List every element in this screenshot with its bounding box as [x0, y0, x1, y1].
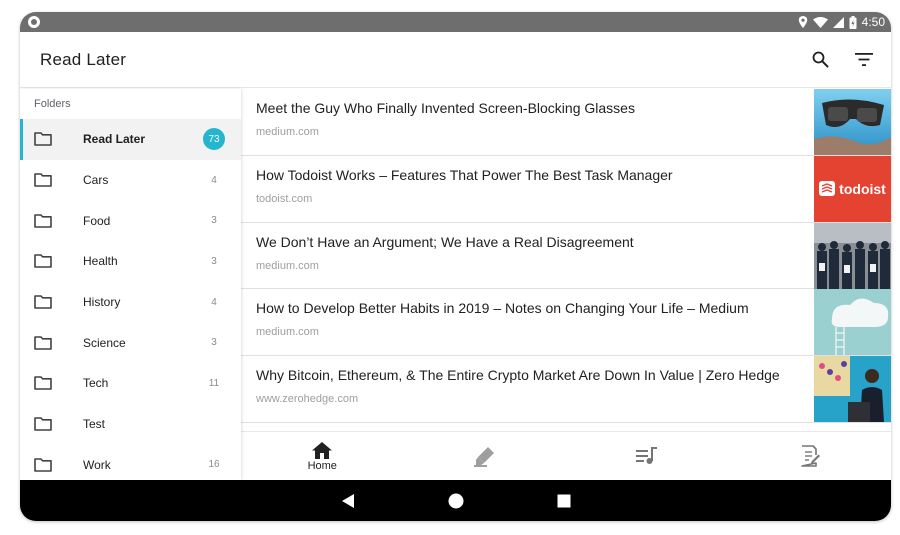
article-source: todoist.com	[256, 192, 313, 205]
sidebar-item-label: Work	[83, 457, 111, 472]
status-bar: 4:50	[20, 12, 891, 32]
search-icon	[812, 51, 828, 68]
folder-count: 4	[211, 296, 217, 308]
system-home-button[interactable]	[446, 491, 466, 511]
app-bar: Read Later	[20, 32, 891, 88]
folder-count: 3	[211, 255, 217, 267]
home-circle-icon	[448, 493, 463, 508]
sidebar-item-work[interactable]: Work 16	[20, 445, 241, 486]
folders-header: Folders	[34, 98, 71, 110]
folder-count: 16	[208, 459, 220, 471]
search-button[interactable]	[809, 49, 831, 71]
battery-icon	[849, 15, 857, 29]
folder-count: 11	[208, 377, 220, 389]
article-source: www.zerohedge.com	[256, 393, 359, 406]
unread-count-badge: 73	[203, 128, 225, 151]
sidebar-item-health[interactable]: Health 3	[20, 241, 241, 282]
notes-icon	[800, 445, 820, 467]
folder-icon	[34, 457, 54, 473]
status-time: 4:50	[861, 15, 885, 29]
article-row[interactable]: Why Bitcoin, Ethereum, & The Entire Cryp…	[241, 356, 891, 423]
article-source: medium.com	[256, 259, 319, 272]
sidebar-item-food[interactable]: Food 3	[20, 200, 241, 241]
article-row[interactable]: We Don’t Have an Argument; We Have a Rea…	[241, 222, 891, 290]
device-frame: 4:50 Read Later Folders Read Later 73 Ca…	[20, 12, 891, 521]
nav-audio-playlist[interactable]	[566, 432, 729, 481]
article-thumbnail-todoist: todoist	[814, 155, 891, 222]
folder-count: 3	[211, 215, 217, 227]
folders-sidebar: Folders Read Later 73 Cars 4 Food 3 Heal…	[20, 89, 241, 480]
article-title: Why Bitcoin, Ethereum, & The Entire Cryp…	[256, 367, 780, 384]
folder-icon	[34, 375, 54, 391]
todoist-wordmark: todoist	[839, 180, 886, 197]
system-recents-button[interactable]	[554, 491, 574, 511]
system-navigation-bar	[20, 480, 891, 521]
nav-highlights[interactable]	[404, 432, 567, 481]
sidebar-item-cars[interactable]: Cars 4	[20, 160, 241, 201]
article-title: We Don’t Have an Argument; We Have a Rea…	[256, 233, 634, 250]
home-icon	[312, 441, 333, 459]
location-icon	[798, 16, 807, 28]
system-back-button[interactable]	[338, 491, 358, 511]
notification-dot-icon	[28, 16, 40, 28]
sidebar-item-read-later[interactable]: Read Later 73	[20, 119, 241, 160]
article-title: How Todoist Works – Features That Power …	[256, 166, 673, 183]
article-source: medium.com	[256, 326, 319, 339]
sidebar-item-tech[interactable]: Tech 11	[20, 363, 241, 404]
signal-icon	[832, 16, 844, 28]
sidebar-item-label: Health	[83, 254, 118, 269]
article-row[interactable]: How to Develop Better Habits in 2019 – N…	[241, 289, 891, 357]
back-triangle-icon	[341, 493, 354, 508]
nav-home-label: Home	[307, 459, 337, 472]
nav-notes[interactable]	[729, 432, 892, 481]
sidebar-item-test[interactable]: Test	[20, 404, 241, 445]
folder-icon	[34, 416, 54, 432]
bottom-navigation: Home	[241, 431, 891, 481]
highlighter-icon	[473, 447, 494, 467]
folder-icon	[34, 131, 54, 147]
sidebar-item-label: Science	[83, 335, 126, 350]
folder-icon	[34, 172, 54, 188]
filter-icon	[855, 53, 873, 66]
article-thumbnail-crowd	[814, 222, 891, 289]
article-thumbnail-glasses	[814, 89, 891, 155]
article-source: medium.com	[256, 126, 319, 138]
article-title: How to Develop Better Habits in 2019 – N…	[256, 300, 749, 317]
sidebar-item-science[interactable]: Science 3	[20, 322, 241, 363]
sidebar-item-label: History	[83, 295, 121, 310]
filter-button[interactable]	[853, 49, 875, 71]
sidebar-item-label: Cars	[83, 173, 109, 188]
todoist-logo-icon	[819, 181, 836, 197]
folder-count: 4	[211, 174, 217, 186]
page-title: Read Later	[40, 49, 127, 69]
folder-icon	[34, 294, 54, 310]
playlist-audio-icon	[636, 447, 658, 464]
article-thumbnail-cloud-ladder	[814, 289, 891, 356]
article-row[interactable]: How Todoist Works – Features That Power …	[241, 155, 891, 223]
article-thumbnail-crypto	[814, 356, 891, 423]
folder-count: 3	[211, 337, 217, 349]
folder-icon	[34, 335, 54, 351]
folder-icon	[34, 253, 54, 269]
wifi-icon	[812, 16, 828, 28]
article-list: Meet the Guy Who Finally Invented Screen…	[241, 89, 891, 431]
article-row[interactable]: Meet the Guy Who Finally Invented Screen…	[241, 89, 891, 156]
sidebar-item-history[interactable]: History 4	[20, 282, 241, 323]
sidebar-item-label: Test	[83, 417, 106, 432]
sidebar-item-label: Read Later	[83, 132, 146, 147]
folder-icon	[34, 213, 54, 229]
sidebar-item-label: Food	[83, 213, 111, 228]
recents-square-icon	[557, 494, 570, 507]
sidebar-item-label: Tech	[83, 376, 109, 391]
nav-home[interactable]: Home	[241, 432, 404, 481]
article-title: Meet the Guy Who Finally Invented Screen…	[256, 100, 635, 116]
